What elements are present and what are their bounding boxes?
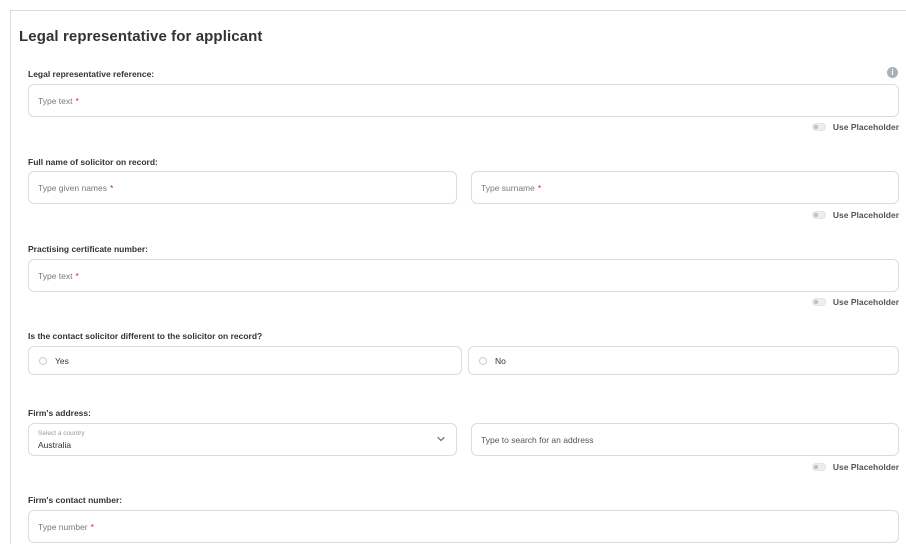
contact-number-label: Firm's contact number: bbox=[28, 495, 123, 505]
toggle-switch[interactable] bbox=[811, 463, 826, 471]
country-value: Australia bbox=[38, 440, 72, 450]
certificate-input[interactable]: Type text * bbox=[28, 259, 899, 292]
contact-number-placeholder: Type number * bbox=[38, 521, 94, 532]
country-hint: Select a country bbox=[38, 430, 85, 437]
toggle-label: Use Placeholder bbox=[832, 210, 899, 220]
radio-button[interactable] bbox=[39, 356, 47, 365]
surname-placeholder: Type surname * bbox=[481, 182, 542, 193]
reference-input[interactable]: Type text * bbox=[28, 84, 899, 117]
toggle-label: Use Placeholder bbox=[832, 122, 899, 132]
reference-placeholder-toggle[interactable]: Use Placeholder bbox=[811, 122, 899, 132]
toggle-switch[interactable] bbox=[811, 123, 826, 131]
reference-placeholder: Type text * bbox=[38, 95, 79, 106]
toggle-switch[interactable] bbox=[811, 298, 826, 306]
address-search-input[interactable]: Type to search for an address bbox=[471, 423, 899, 456]
country-select[interactable]: Select a country Australia bbox=[28, 423, 457, 456]
solicitor-placeholder-toggle[interactable]: Use Placeholder bbox=[811, 210, 899, 220]
toggle-switch[interactable] bbox=[811, 211, 826, 219]
toggle-label: Use Placeholder bbox=[832, 462, 899, 472]
certificate-placeholder-toggle[interactable]: Use Placeholder bbox=[811, 297, 899, 307]
given-names-placeholder: Type given names * bbox=[38, 182, 114, 193]
radio-option-yes[interactable]: Yes bbox=[28, 346, 462, 375]
solicitor-label: Full name of solicitor on record: bbox=[28, 157, 158, 167]
radio-option-no[interactable]: No bbox=[468, 346, 899, 375]
radio-label: No bbox=[495, 355, 506, 366]
info-icon[interactable]: i bbox=[887, 67, 898, 78]
certificate-label: Practising certificate number: bbox=[28, 244, 148, 254]
contact-question-label: Is the contact solicitor different to th… bbox=[28, 331, 263, 341]
radio-button[interactable] bbox=[479, 356, 487, 365]
form-panel: Legal representative for applicant Legal… bbox=[10, 10, 906, 544]
contact-number-input[interactable]: Type number * bbox=[28, 510, 899, 543]
surname-input[interactable]: Type surname * bbox=[471, 171, 899, 204]
toggle-label: Use Placeholder bbox=[832, 297, 899, 307]
given-names-input[interactable]: Type given names * bbox=[28, 171, 457, 204]
section-title: Legal representative for applicant bbox=[19, 28, 263, 45]
certificate-placeholder: Type text * bbox=[38, 270, 79, 281]
radio-label: Yes bbox=[55, 355, 69, 366]
address-search-placeholder: Type to search for an address bbox=[481, 434, 594, 445]
reference-label: Legal representative reference: bbox=[28, 69, 155, 79]
address-label: Firm's address: bbox=[28, 408, 91, 418]
chevron-down-icon[interactable] bbox=[436, 434, 446, 444]
address-placeholder-toggle[interactable]: Use Placeholder bbox=[811, 462, 899, 472]
